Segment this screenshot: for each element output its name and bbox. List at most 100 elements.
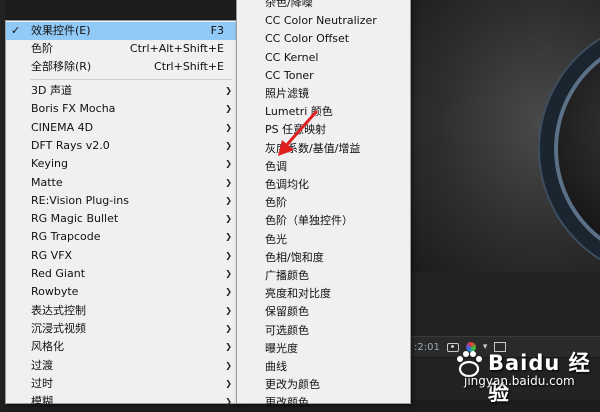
chevron-right-icon: ❯: [225, 269, 232, 278]
submenu-item[interactable]: CINEMA 4D ❯: [6, 119, 236, 137]
submenu-option[interactable]: CC Toner: [237, 67, 410, 85]
submenu-option[interactable]: 杂色/降噪: [237, 0, 410, 12]
menu-item-label: RG Magic Bullet: [31, 212, 119, 226]
menu-item-label: 色阶（单独控件）: [265, 214, 353, 228]
submenu-item[interactable]: RE:Vision Plug-ins ❯: [6, 192, 236, 210]
menu-item-effect-controls[interactable]: ✓ 效果控件(E) F3: [6, 22, 236, 40]
chevron-right-icon: ❯: [225, 86, 232, 95]
menu-item-label: 色阶: [265, 196, 287, 210]
menu-item-label: 更改为颜色: [265, 378, 320, 392]
baidu-watermark: Baidu 经验 jingyan.baidu.com: [452, 346, 598, 405]
menu-item-label: CINEMA 4D: [31, 120, 94, 134]
submenu-option-tint[interactable]: 色调: [237, 158, 410, 176]
menu-item-label: 表达式控制: [31, 303, 86, 317]
submenu-item[interactable]: Red Giant ❯: [6, 265, 236, 283]
menu-item-shortcut: Ctrl+Shift+E: [154, 60, 224, 73]
chevron-right-icon: ❯: [225, 214, 232, 224]
menu-item-levels[interactable]: 色阶 Ctrl+Alt+Shift+E: [6, 40, 236, 58]
menu-item-label: CC Kernel: [265, 50, 319, 64]
timecode-display[interactable]: :2:01: [414, 342, 440, 353]
menu-item-label: 3D 声道: [31, 84, 72, 97]
menu-item-label: DFT Rays v2.0: [31, 138, 110, 152]
submenu-option[interactable]: CC Color Offset: [237, 30, 410, 48]
submenu-item[interactable]: Rowbyte ❯: [6, 283, 236, 301]
submenu-option[interactable]: 色阶: [237, 194, 410, 212]
menu-item-label: RG VFX: [31, 248, 73, 262]
menu-item-label: 更改颜色: [265, 396, 309, 410]
submenu-item[interactable]: Matte ❯: [6, 174, 236, 192]
submenu-item[interactable]: Keying ❯: [6, 155, 236, 173]
chevron-right-icon: ❯: [225, 305, 232, 315]
submenu-item[interactable]: 风格化 ❯: [6, 338, 236, 356]
menu-item-label: 全部移除(R): [31, 60, 92, 73]
watermark-url: jingyan.baidu.com: [464, 374, 575, 388]
menu-item-shortcut: F3: [210, 24, 224, 37]
red-arrow-annotation: [278, 110, 318, 156]
menu-item-label: Boris FX Mocha: [31, 102, 116, 116]
chevron-right-icon: ❯: [225, 342, 232, 352]
chevron-right-icon: ❯: [225, 232, 232, 242]
submenu-option[interactable]: CC Kernel: [237, 49, 410, 67]
menu-item-shortcut: Ctrl+Alt+Shift+E: [129, 42, 224, 55]
submenu-option[interactable]: Lumetri 颜色: [237, 103, 410, 121]
submenu-option[interactable]: 曝光度: [237, 340, 410, 358]
menu-item-label: Keying: [31, 157, 68, 171]
menu-item-label: CC Toner: [265, 68, 314, 82]
menu-item-label: 色光: [265, 232, 287, 246]
submenu-option[interactable]: 色阶（单独控件）: [237, 212, 410, 230]
submenu-item[interactable]: RG VFX ❯: [6, 247, 236, 265]
submenu-option[interactable]: PS 任意映射: [237, 121, 410, 139]
menu-item-label: 保留颜色: [265, 305, 309, 319]
submenu-option[interactable]: 广播颜色: [237, 267, 410, 285]
checkmark-icon: ✓: [11, 24, 21, 37]
chevron-right-icon: ❯: [225, 177, 232, 187]
submenu-item[interactable]: RG Magic Bullet ❯: [6, 210, 236, 228]
composition-viewer[interactable]: [410, 0, 600, 272]
chevron-right-icon: ❯: [225, 378, 232, 388]
submenu-item[interactable]: Boris FX Mocha ❯: [6, 100, 236, 118]
submenu-item[interactable]: 表达式控制 ❯: [6, 302, 236, 320]
chevron-right-icon: ❯: [225, 195, 232, 205]
menu-item-label: 色调均化: [265, 178, 309, 191]
menu-item-label: 可选颜色: [265, 323, 309, 337]
menu-item-label: 色相/饱和度: [265, 250, 324, 264]
submenu-option[interactable]: 更改为颜色: [237, 376, 410, 394]
submenu-option[interactable]: CC Color Neutralizer: [237, 12, 410, 30]
menu-item-label: 广播颜色: [265, 269, 309, 282]
chevron-right-icon: ❯: [225, 104, 232, 114]
menu-item-label: 模糊: [31, 395, 53, 409]
submenu-item[interactable]: 过渡 ❯: [6, 357, 236, 375]
submenu-color-correction: 杂色/降噪 CC Color Neutralizer CC Color Offs…: [236, 0, 411, 409]
menu-item-remove-all[interactable]: 全部移除(R) Ctrl+Shift+E: [6, 58, 236, 76]
submenu-item[interactable]: 过时 ❯: [6, 375, 236, 393]
submenu-item[interactable]: RG Trapcode ❯: [6, 228, 236, 246]
chevron-right-icon: ❯: [225, 287, 232, 297]
submenu-option[interactable]: 色调均化: [237, 176, 410, 194]
menu-item-label: 曝光度: [265, 341, 298, 355]
chevron-right-icon: ❯: [225, 323, 232, 333]
menu-item-label: 过时: [31, 376, 53, 390]
chevron-right-icon: ❯: [225, 140, 232, 150]
submenu-item[interactable]: DFT Rays v2.0 ❯: [6, 137, 236, 155]
chevron-right-icon: ❯: [225, 250, 232, 260]
submenu-item[interactable]: 沉浸式视频 ❯: [6, 320, 236, 338]
submenu-option[interactable]: 照片滤镜: [237, 85, 410, 103]
menu-item-label: 亮度和对比度: [265, 287, 331, 301]
submenu-option[interactable]: 更改颜色: [237, 394, 410, 412]
submenu-option[interactable]: 色光: [237, 231, 410, 249]
submenu-option[interactable]: 曲线: [237, 358, 410, 376]
submenu-option[interactable]: 亮度和对比度: [237, 285, 410, 303]
submenu-option[interactable]: 可选颜色: [237, 322, 410, 340]
submenu-item[interactable]: 3D 声道 ❯: [6, 82, 236, 100]
menu-item-label: 沉浸式视频: [31, 321, 86, 335]
menu-item-label: 色调: [265, 159, 287, 173]
submenu-option[interactable]: 灰度系数/基值/增益: [237, 140, 410, 158]
menu-separator: [30, 79, 232, 80]
chevron-right-icon: ❯: [225, 159, 232, 169]
context-menu-effects: ✓ 效果控件(E) F3 色阶 Ctrl+Alt+Shift+E 全部移除(R)…: [5, 20, 237, 408]
submenu-option[interactable]: 色相/饱和度: [237, 249, 410, 267]
chevron-right-icon: ❯: [225, 397, 232, 407]
submenu-item[interactable]: 模糊 ❯: [6, 393, 236, 411]
submenu-option[interactable]: 保留颜色: [237, 303, 410, 321]
menu-item-label: 风格化: [31, 340, 64, 354]
